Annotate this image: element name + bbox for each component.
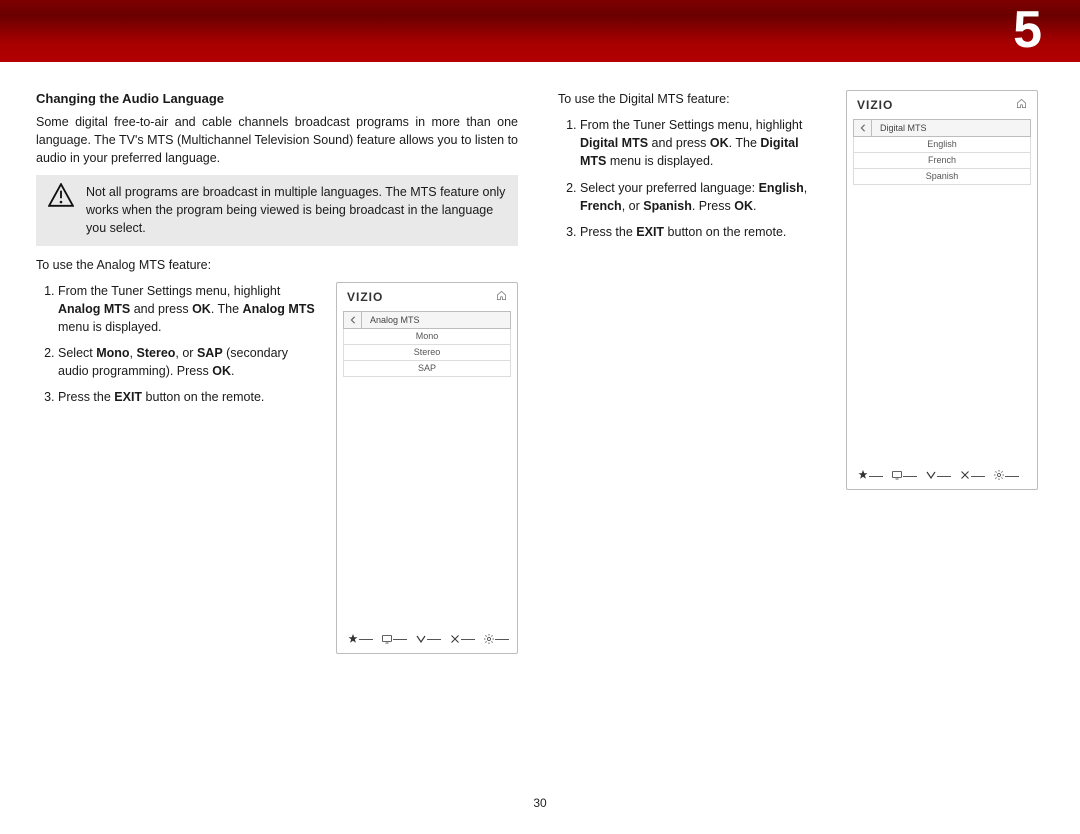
star-icon [347, 633, 373, 645]
home-icon [496, 290, 507, 305]
menu-item: Mono [343, 329, 511, 345]
menu-title-label: Digital MTS [872, 122, 927, 135]
right-column: To use the Digital MTS feature: From the… [558, 90, 1038, 818]
analog-lead: To use the Analog MTS feature: [36, 256, 518, 274]
tv-toolbar [337, 627, 517, 653]
tv-panel-digital: VIZIO Digital MTS English French Spanish [846, 90, 1038, 490]
close-icon [959, 469, 985, 481]
tv-icon [891, 469, 917, 481]
page-content: Changing the Audio Language Some digital… [0, 62, 1080, 818]
back-icon [344, 312, 362, 328]
page-number: 30 [0, 796, 1080, 810]
back-icon [854, 120, 872, 136]
menu-title-label: Analog MTS [362, 314, 420, 327]
analog-section: From the Tuner Settings menu, highlight … [36, 282, 518, 654]
v-icon [415, 633, 441, 645]
intro-paragraph: Some digital free-to-air and cable chann… [36, 113, 518, 167]
digital-step-1: From the Tuner Settings menu, highlight … [580, 116, 828, 170]
digital-lead: To use the Digital MTS feature: [558, 90, 828, 108]
warning-text: Not all programs are broadcast in multip… [86, 183, 506, 237]
tv-toolbar [847, 463, 1037, 489]
menu-item: Spanish [853, 169, 1031, 185]
analog-step-3: Press the EXIT button on the remote. [58, 388, 320, 406]
menu-item: Stereo [343, 345, 511, 361]
gear-icon [483, 633, 509, 645]
digital-step-3: Press the EXIT button on the remote. [580, 223, 828, 241]
warning-icon [48, 183, 74, 207]
digital-step-2: Select your preferred language: English,… [580, 179, 828, 215]
header-bar: 5 [0, 0, 1080, 62]
tv-logo: VIZIO [857, 97, 893, 114]
close-icon [449, 633, 475, 645]
tv-logo: VIZIO [347, 289, 383, 306]
menu-title: Digital MTS [853, 119, 1031, 137]
home-icon [1016, 98, 1027, 113]
v-icon [925, 469, 951, 481]
menu-item: SAP [343, 361, 511, 377]
digital-steps: From the Tuner Settings menu, highlight … [558, 116, 828, 241]
analog-step-2: Select Mono, Stereo, or SAP (secondary a… [58, 344, 320, 380]
left-column: Changing the Audio Language Some digital… [36, 90, 518, 818]
tv-icon [381, 633, 407, 645]
analog-steps: From the Tuner Settings menu, highlight … [36, 282, 320, 407]
menu-item: French [853, 153, 1031, 169]
section-heading: Changing the Audio Language [36, 90, 518, 109]
menu-title: Analog MTS [343, 311, 511, 329]
warning-box: Not all programs are broadcast in multip… [36, 175, 518, 245]
tv-panel-analog: VIZIO Analog MTS Mono Stereo SAP [336, 282, 518, 654]
analog-step-1: From the Tuner Settings menu, highlight … [58, 282, 320, 336]
gear-icon [993, 469, 1019, 481]
chapter-number: 5 [1013, 0, 1042, 60]
star-icon [857, 469, 883, 481]
menu-item: English [853, 137, 1031, 153]
